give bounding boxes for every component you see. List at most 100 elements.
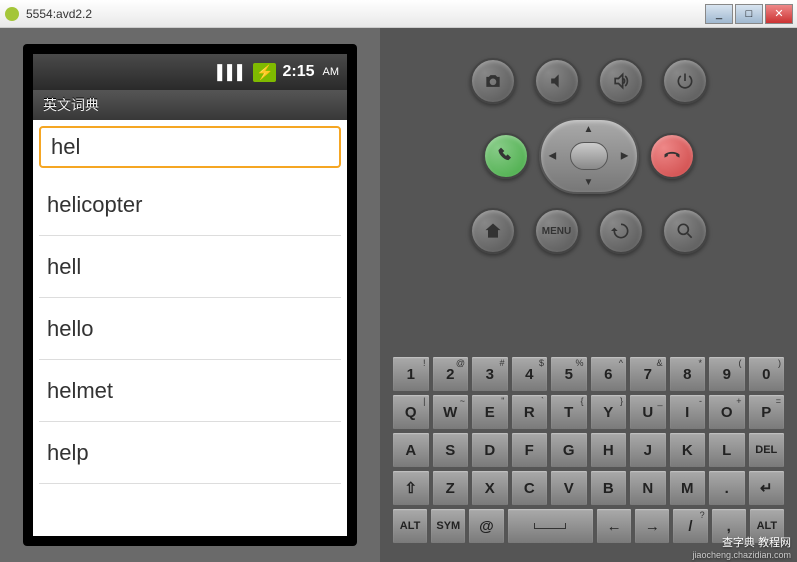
volume-down-button[interactable] (534, 58, 580, 104)
key-s[interactable]: S (432, 432, 470, 468)
key-v[interactable]: V (550, 470, 588, 506)
watermark-main: 查字典 教程网 (692, 534, 791, 550)
key-2[interactable]: 2@ (432, 356, 470, 392)
list-item[interactable]: helicopter (39, 174, 341, 236)
watermark-sub: jiaocheng.chazidian.com (692, 550, 791, 560)
workspace: ▌▌▌ ⚡ 2:15 AM 英文词典 helicopter hell hello… (0, 28, 797, 562)
key-alt-left[interactable]: ALT (392, 508, 428, 544)
dpad[interactable]: ▲ ▼ ◀ ▶ (539, 118, 639, 194)
key-h[interactable]: H (590, 432, 628, 468)
call-button[interactable] (483, 133, 529, 179)
volume-up-button[interactable] (598, 58, 644, 104)
dpad-row: ▲ ▼ ◀ ▶ (380, 118, 797, 194)
keyboard-row-2: Q|W~E"R`T{Y}U_I-O+P= (392, 394, 785, 430)
app-title: 英文词典 (43, 95, 99, 115)
key-at[interactable]: @ (468, 508, 504, 544)
hardware-keyboard: 1!2@3#4$5%6^7&8*9(0) Q|W~E"R`T{Y}U_I-O+P… (392, 356, 785, 546)
keyboard-row-3: ASDFGHJKLDEL (392, 432, 785, 468)
close-button[interactable]: ✕ (765, 4, 793, 24)
list-item[interactable]: helmet (39, 360, 341, 422)
key-g[interactable]: G (550, 432, 588, 468)
key-n[interactable]: N (629, 470, 667, 506)
key-1[interactable]: 1! (392, 356, 430, 392)
key-z[interactable]: Z (432, 470, 470, 506)
app-title-bar: 英文词典 (33, 90, 347, 120)
key-4[interactable]: 4$ (511, 356, 549, 392)
keyboard-row-4: ⇧ZXCVBNM.↵ (392, 470, 785, 506)
key-3[interactable]: 3# (471, 356, 509, 392)
key-b[interactable]: B (590, 470, 628, 506)
list-item[interactable]: hell (39, 236, 341, 298)
home-button[interactable] (470, 208, 516, 254)
key-a[interactable]: A (392, 432, 430, 468)
status-time: 2:15 (282, 63, 314, 81)
key-f[interactable]: F (511, 432, 549, 468)
key-e[interactable]: E" (471, 394, 509, 430)
key-.[interactable]: . (708, 470, 746, 506)
key-7[interactable]: 7& (629, 356, 667, 392)
phone-frame: ▌▌▌ ⚡ 2:15 AM 英文词典 helicopter hell hello… (0, 28, 380, 562)
power-button[interactable] (662, 58, 708, 104)
key-5[interactable]: 5% (550, 356, 588, 392)
key-arrow-right[interactable]: → (634, 508, 670, 544)
window-buttons: _ □ ✕ (705, 4, 793, 24)
phone-screen: ▌▌▌ ⚡ 2:15 AM 英文词典 helicopter hell hello… (23, 44, 357, 546)
key-m[interactable]: M (669, 470, 707, 506)
key-w[interactable]: W~ (432, 394, 470, 430)
window-title: 5554:avd2.2 (26, 7, 705, 21)
search-input[interactable] (39, 126, 341, 168)
key-⇧[interactable]: ⇧ (392, 470, 430, 506)
watermark: 查字典 教程网 jiaocheng.chazidian.com (692, 534, 791, 560)
key-sym[interactable]: SYM (430, 508, 466, 544)
dpad-center-button[interactable] (570, 142, 608, 170)
status-bar: ▌▌▌ ⚡ 2:15 AM (33, 54, 347, 90)
key-6[interactable]: 6^ (590, 356, 628, 392)
window-titlebar: 5554:avd2.2 _ □ ✕ (0, 0, 797, 28)
maximize-button[interactable]: □ (735, 4, 763, 24)
control-row-bottom: MENU (380, 208, 797, 254)
signal-icon: ▌▌▌ (217, 64, 247, 80)
android-icon (4, 6, 20, 22)
key-y[interactable]: Y} (590, 394, 628, 430)
status-ampm: AM (323, 66, 340, 78)
key-↵[interactable]: ↵ (748, 470, 786, 506)
keyboard-row-1: 1!2@3#4$5%6^7&8*9(0) (392, 356, 785, 392)
dpad-right-icon[interactable]: ▶ (621, 151, 629, 162)
key-q[interactable]: Q| (392, 394, 430, 430)
camera-button[interactable] (470, 58, 516, 104)
key-d[interactable]: D (471, 432, 509, 468)
search-button[interactable] (662, 208, 708, 254)
key-o[interactable]: O+ (708, 394, 746, 430)
key-9[interactable]: 9( (708, 356, 746, 392)
list-item[interactable]: hello (39, 298, 341, 360)
key-j[interactable]: J (629, 432, 667, 468)
emulator-controls: ▲ ▼ ◀ ▶ MENU 1!2@3#4$5%6^7&8*9(0) Q|W~E"… (380, 28, 797, 562)
key-r[interactable]: R` (511, 394, 549, 430)
key-del[interactable]: DEL (748, 432, 786, 468)
dpad-up-icon[interactable]: ▲ (584, 124, 594, 135)
key-k[interactable]: K (669, 432, 707, 468)
results-list: helicopter hell hello helmet help (39, 174, 341, 484)
back-button[interactable] (598, 208, 644, 254)
key-p[interactable]: P= (748, 394, 786, 430)
key-u[interactable]: U_ (629, 394, 667, 430)
app-content: helicopter hell hello helmet help (33, 120, 347, 536)
key-i[interactable]: I- (669, 394, 707, 430)
end-call-button[interactable] (649, 133, 695, 179)
key-0[interactable]: 0) (748, 356, 786, 392)
battery-icon: ⚡ (253, 63, 276, 82)
menu-button[interactable]: MENU (534, 208, 580, 254)
key-l[interactable]: L (708, 432, 746, 468)
key-t[interactable]: T{ (550, 394, 588, 430)
list-item[interactable]: help (39, 422, 341, 484)
control-row-top (380, 58, 797, 104)
dpad-down-icon[interactable]: ▼ (584, 177, 594, 188)
dpad-left-icon[interactable]: ◀ (549, 151, 557, 162)
key-x[interactable]: X (471, 470, 509, 506)
key-8[interactable]: 8* (669, 356, 707, 392)
key-space[interactable] (507, 508, 594, 544)
minimize-button[interactable]: _ (705, 4, 733, 24)
spacebar-icon (534, 523, 566, 529)
key-arrow-left[interactable]: ← (596, 508, 632, 544)
key-c[interactable]: C (511, 470, 549, 506)
